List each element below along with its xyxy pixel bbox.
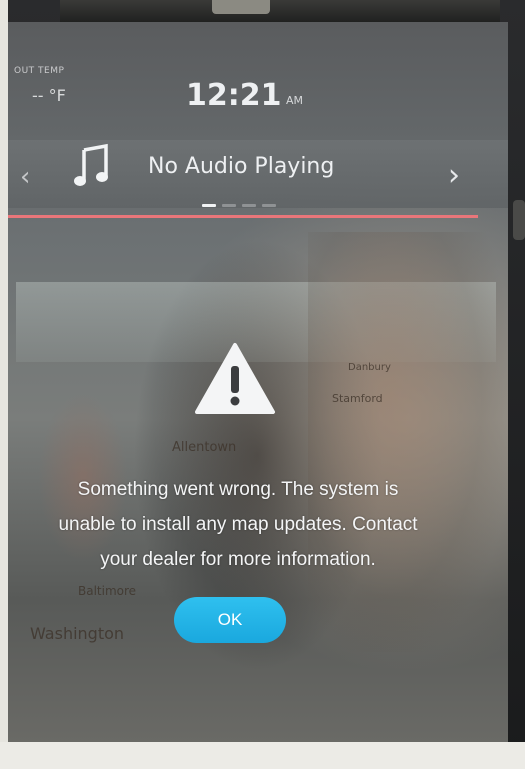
map-label-baltimore: Baltimore xyxy=(78,584,137,598)
infotainment-screen: Allentown Stamford Baltimore Washington … xyxy=(8,22,508,744)
audio-prev-chevron-icon[interactable]: ‹ xyxy=(20,162,30,192)
page-dot xyxy=(202,204,216,207)
map-label-washington: Washington xyxy=(30,624,125,643)
outside-temp-value: -- °F xyxy=(32,86,66,105)
warning-icon xyxy=(195,343,275,414)
music-note-icon xyxy=(74,143,108,186)
page-dot xyxy=(262,204,276,207)
person-reflection xyxy=(308,232,508,652)
ok-button[interactable]: OK xyxy=(174,597,286,643)
photo-edge-left xyxy=(0,0,8,769)
clock-ampm: AM xyxy=(286,94,304,107)
map-label-danbury: Danbury xyxy=(348,362,391,373)
bezel-top xyxy=(60,0,500,22)
accent-divider xyxy=(8,215,478,218)
map-label-allentown: Allentown xyxy=(172,440,237,455)
photo-edge-bottom xyxy=(0,742,525,769)
page-dot xyxy=(242,204,256,207)
audio-next-chevron-icon[interactable]: › xyxy=(448,158,460,193)
page-indicator xyxy=(202,204,276,207)
map-label-stamford: Stamford xyxy=(332,392,383,405)
audio-status-label: No Audio Playing xyxy=(148,154,335,179)
page-dot xyxy=(222,204,236,207)
dialog-message: Something went wrong. The system is unab… xyxy=(58,479,418,570)
bezel-tab xyxy=(212,0,270,14)
clock: 12:21 xyxy=(186,78,282,113)
bezel-knob xyxy=(513,200,525,240)
ok-button-label: OK xyxy=(217,610,243,629)
outside-temp-label: OUT TEMP xyxy=(14,66,65,76)
